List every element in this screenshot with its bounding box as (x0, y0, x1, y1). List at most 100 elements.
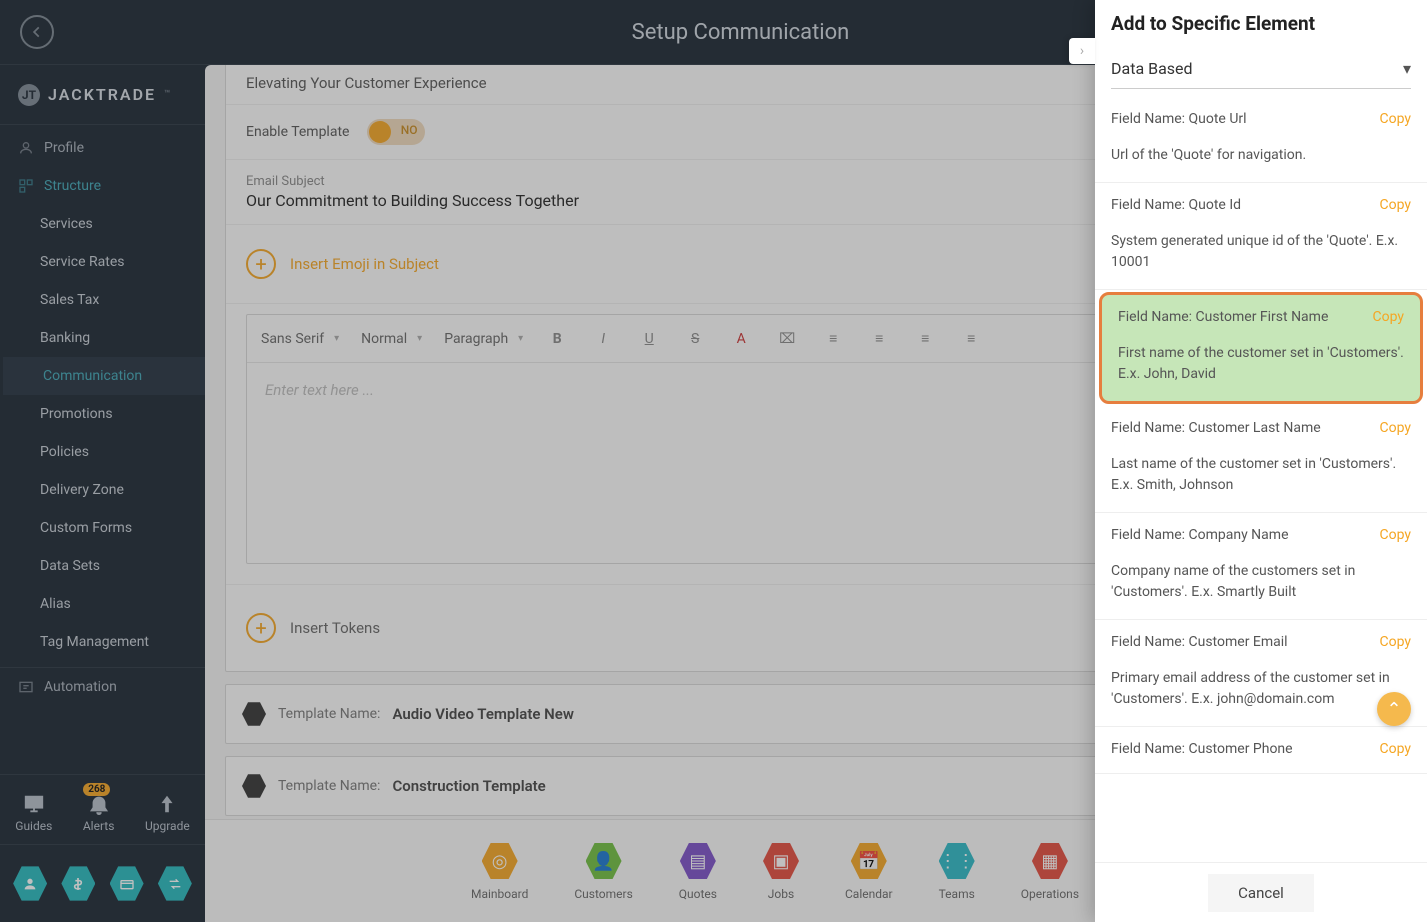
field-description: Url of the 'Quote' for navigation. (1111, 145, 1411, 166)
copy-button[interactable]: Copy (1372, 309, 1404, 325)
align-right-button[interactable]: ≡ (959, 330, 983, 347)
dollar-icon (70, 876, 86, 892)
alerts-badge: 268 (83, 783, 110, 796)
copy-button[interactable]: Copy (1379, 527, 1411, 543)
enable-template-label: Enable Template (246, 124, 349, 140)
nav-sales-tax[interactable]: Sales Tax (0, 281, 205, 319)
list-ul-button[interactable]: ≡ (821, 330, 845, 347)
nav-banking[interactable]: Banking (0, 319, 205, 357)
document-icon: ▤ (680, 841, 716, 881)
hex-shortcut-4[interactable] (158, 865, 192, 903)
nav-quotes[interactable]: ▤Quotes (669, 835, 727, 907)
hex-shortcut-1[interactable] (13, 865, 47, 903)
guides-button[interactable]: Guides (15, 793, 52, 833)
nav-automation[interactable]: Automation (0, 667, 205, 705)
drawer-collapse-tab[interactable]: › (1069, 38, 1095, 64)
calendar-icon: 📅 (851, 841, 887, 881)
field-description: Last name of the customer set in 'Custom… (1111, 454, 1411, 496)
field-name-label: Field Name: Company Name (1111, 527, 1411, 543)
font-size-select[interactable]: Normal▾ (361, 331, 422, 347)
copy-button[interactable]: Copy (1379, 111, 1411, 127)
user-icon (22, 876, 38, 892)
nav-data-sets[interactable]: Data Sets (0, 547, 205, 585)
automation-icon (18, 679, 34, 695)
token-field[interactable]: Field Name: Quote IdCopy System generated… (1095, 183, 1427, 290)
user-icon: 👤 (586, 841, 622, 881)
copy-button[interactable]: Copy (1379, 197, 1411, 213)
copy-button[interactable]: Copy (1379, 741, 1411, 757)
nav-calendar[interactable]: 📅Calendar (835, 835, 903, 907)
field-description: First name of the customer set in 'Custo… (1118, 343, 1404, 385)
operations-icon: ▦ (1032, 841, 1068, 881)
nav-policies[interactable]: Policies (0, 433, 205, 471)
field-name-label: Field Name: Customer Last Name (1111, 420, 1411, 436)
hex-shortcut-3[interactable] (110, 865, 144, 903)
field-description: Primary email address of the customer se… (1111, 668, 1411, 710)
nav-structure[interactable]: Structure (0, 167, 205, 205)
copy-button[interactable]: Copy (1379, 420, 1411, 436)
nav-promotions[interactable]: Promotions (0, 395, 205, 433)
font-family-select[interactable]: Sans Serif▾ (261, 331, 339, 347)
token-field[interactable]: Field Name: Company NameCopyCompany name… (1095, 513, 1427, 620)
copy-button[interactable]: Copy (1379, 634, 1411, 650)
structure-icon (18, 178, 34, 194)
alerts-button[interactable]: 268 Alerts (83, 793, 115, 833)
nav-service-rates[interactable]: Service Rates (0, 243, 205, 281)
drawer-type-select[interactable]: Data Based ▾ (1111, 49, 1411, 89)
insert-tokens-button[interactable]: + (246, 613, 276, 643)
clear-format-button[interactable]: ⌧ (775, 331, 799, 347)
brand-logo-icon: JT (18, 84, 40, 106)
drawer-title: Add to Specific Element (1095, 0, 1427, 49)
monitor-icon (23, 793, 45, 815)
field-name-label: Field Name: Customer First Name (1118, 309, 1404, 325)
insert-emoji-label[interactable]: Insert Emoji in Subject (290, 255, 439, 273)
scroll-top-button[interactable]: ⌃ (1377, 692, 1411, 726)
sidebar: JT JACKTRADE ™ Profile Structure Services… (0, 65, 205, 922)
user-icon (18, 140, 34, 156)
hex-shortcut-2[interactable] (61, 865, 95, 903)
field-description: System generated unique id of the 'Quote… (1111, 231, 1411, 273)
italic-button[interactable]: I (591, 331, 615, 347)
nav-jobs[interactable]: ▣Jobs (753, 835, 809, 907)
nav-tag-management[interactable]: Tag Management (0, 623, 205, 661)
template-name: Construction Template (392, 777, 545, 795)
nav-customers[interactable]: 👤Customers (564, 835, 642, 907)
field-name-label: Field Name: Customer Phone (1111, 741, 1411, 757)
nav-services[interactable]: Services (0, 205, 205, 243)
cancel-button[interactable]: Cancel (1208, 874, 1314, 912)
bold-button[interactable]: B (545, 331, 569, 347)
insert-emoji-button[interactable]: + (246, 249, 276, 279)
brand-tm: ™ (164, 89, 170, 100)
nav-delivery-zone[interactable]: Delivery Zone (0, 471, 205, 509)
template-label: Template Name: (278, 706, 380, 722)
insert-tokens-label: Insert Tokens (290, 619, 1219, 637)
nav-communication[interactable]: Communication (0, 357, 205, 395)
briefcase-icon: ▣ (763, 841, 799, 881)
token-field[interactable]: Field Name: Customer First NameCopy First… (1099, 292, 1423, 404)
nav-alias[interactable]: Alias (0, 585, 205, 623)
block-type-select[interactable]: Paragraph▾ (444, 331, 523, 347)
upgrade-button[interactable]: Upgrade (145, 793, 190, 833)
nav-custom-forms[interactable]: Custom Forms (0, 509, 205, 547)
field-name-label: Field Name: Quote Id (1111, 197, 1411, 213)
nav-teams[interactable]: ⋮⋮Teams (929, 835, 985, 907)
token-field[interactable]: Field Name: Quote UrlCopyUrl of the 'Quo… (1095, 97, 1427, 183)
nav-profile[interactable]: Profile (0, 129, 205, 167)
caret-icon: ▾ (417, 333, 422, 344)
brand-name: JACKTRADE (48, 85, 156, 104)
nav-operations[interactable]: ▦Operations (1011, 835, 1089, 907)
back-button[interactable] (20, 15, 54, 49)
strike-button[interactable]: S (683, 331, 707, 347)
token-field[interactable]: Field Name: Customer PhoneCopy (1095, 727, 1427, 774)
text-color-button[interactable]: A (729, 331, 753, 347)
hex-icon (242, 701, 266, 727)
align-center-button[interactable]: ≡ (913, 330, 937, 347)
caret-icon: ▾ (334, 333, 339, 344)
nav-mainboard[interactable]: ◎Mainboard (461, 835, 538, 907)
arrow-up-icon (156, 793, 178, 815)
token-field[interactable]: Field Name: Customer Last NameCopy Last n… (1095, 406, 1427, 513)
enable-template-toggle[interactable]: NO (367, 119, 425, 145)
template-label: Template Name: (278, 778, 380, 794)
align-left-button[interactable]: ≡ (867, 330, 891, 347)
underline-button[interactable]: U (637, 331, 661, 347)
